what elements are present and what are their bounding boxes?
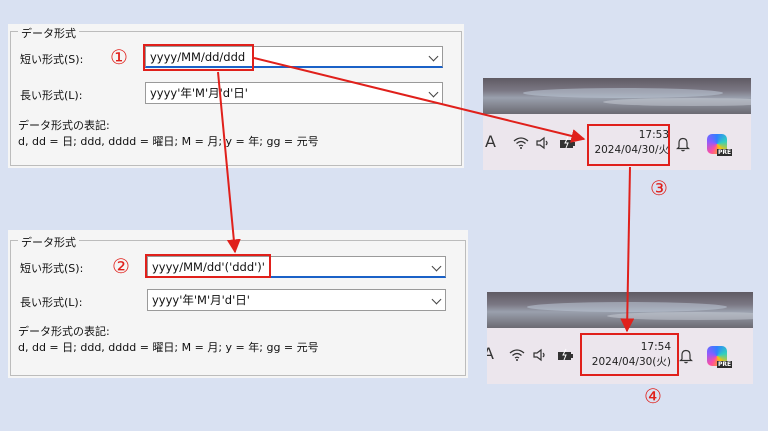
- highlight-box-1: [143, 44, 254, 71]
- short-format-label: 短い形式(S):: [20, 53, 84, 66]
- wallpaper: [483, 78, 751, 114]
- group-legend: データ形式: [18, 234, 79, 250]
- long-format-value: yyyy'年'M'月'd'日': [150, 86, 248, 100]
- highlight-box-2: [145, 254, 271, 278]
- volume-icon[interactable]: [535, 136, 551, 150]
- battery-icon[interactable]: [559, 136, 577, 150]
- format-notation-body: d, dd = 日; ddd, dddd = 曜日; M = 月; y = 年;…: [18, 135, 319, 148]
- marker-3: ③: [650, 176, 668, 200]
- long-format-combobox[interactable]: yyyy'年'M'月'd'日': [147, 289, 446, 311]
- chevron-down-icon[interactable]: [428, 87, 439, 98]
- format-panel-bottom: データ形式 短い形式(S): yyyy/MM/dd'('ddd')' 長い形式(…: [8, 230, 468, 378]
- pre-badge: PRE: [717, 149, 733, 156]
- format-notation-title: データ形式の表記:: [18, 119, 110, 132]
- bell-icon[interactable]: [679, 348, 693, 364]
- bell-icon[interactable]: [676, 136, 690, 152]
- marker-4: ④: [644, 384, 662, 408]
- ime-indicator[interactable]: A: [485, 132, 496, 151]
- long-format-value: yyyy'年'M'月'd'日': [152, 293, 250, 307]
- highlight-box-3: [587, 124, 670, 166]
- long-format-combobox[interactable]: yyyy'年'M'月'd'日': [145, 82, 443, 104]
- long-format-label: 長い形式(L):: [20, 89, 83, 102]
- marker-1: ①: [110, 45, 128, 69]
- highlight-box-4: [580, 333, 679, 376]
- volume-icon[interactable]: [532, 348, 548, 362]
- wifi-icon[interactable]: [509, 348, 525, 362]
- format-notation-body: d, dd = 日; ddd, dddd = 曜日; M = 月; y = 年;…: [18, 341, 319, 354]
- format-notation-title: データ形式の表記:: [18, 325, 110, 338]
- ime-indicator[interactable]: A: [487, 344, 494, 363]
- chevron-down-icon[interactable]: [428, 51, 439, 62]
- marker-2: ②: [112, 254, 130, 278]
- long-format-label: 長い形式(L):: [20, 296, 83, 309]
- chevron-down-icon[interactable]: [431, 294, 442, 305]
- battery-icon[interactable]: [557, 348, 575, 362]
- group-legend: データ形式: [18, 25, 79, 41]
- short-format-label: 短い形式(S):: [20, 262, 84, 275]
- pre-badge: PRE: [717, 361, 733, 368]
- chevron-down-icon[interactable]: [431, 261, 442, 272]
- wifi-icon[interactable]: [513, 136, 529, 150]
- wallpaper: [487, 292, 753, 328]
